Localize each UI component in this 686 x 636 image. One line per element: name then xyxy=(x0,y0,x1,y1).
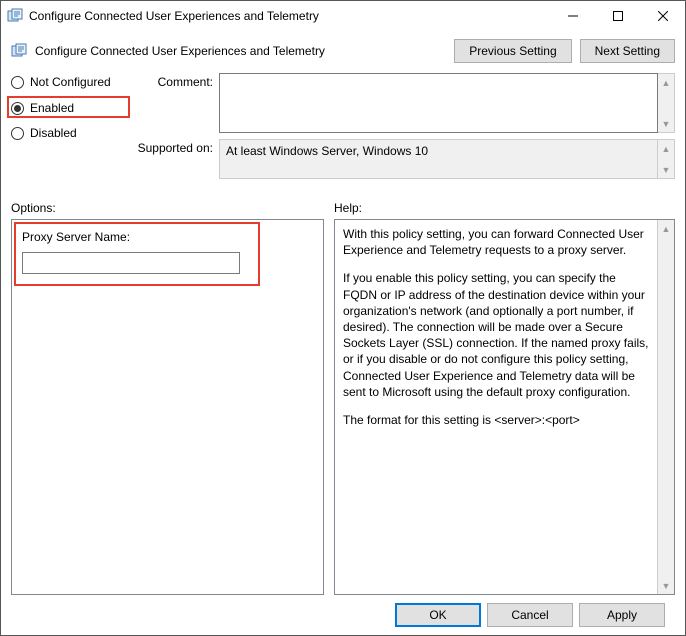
scrollbar[interactable]: ▲ ▼ xyxy=(657,220,674,594)
help-paragraph: The format for this setting is <server>:… xyxy=(343,412,649,428)
radio-icon xyxy=(11,127,24,140)
help-text: With this policy setting, you can forwar… xyxy=(335,220,657,594)
policy-icon xyxy=(11,43,27,59)
help-label: Help: xyxy=(334,201,362,215)
help-paragraph: If you enable this policy setting, you c… xyxy=(343,270,649,400)
previous-setting-button[interactable]: Previous Setting xyxy=(454,39,571,63)
radio-not-configured[interactable]: Not Configured xyxy=(11,75,126,89)
titlebar: Configure Connected User Experiences and… xyxy=(1,1,685,31)
close-button[interactable] xyxy=(640,1,685,31)
scroll-up-icon[interactable]: ▲ xyxy=(658,220,674,237)
supported-on-label: Supported on: xyxy=(136,139,219,179)
scroll-down-icon[interactable]: ▼ xyxy=(658,161,674,178)
window-controls xyxy=(550,1,685,31)
header-row: Configure Connected User Experiences and… xyxy=(11,39,675,63)
footer: OK Cancel Apply xyxy=(11,595,675,635)
scroll-down-icon[interactable]: ▼ xyxy=(658,577,674,594)
comment-input[interactable] xyxy=(219,73,658,133)
apply-button[interactable]: Apply xyxy=(579,603,665,627)
next-setting-button[interactable]: Next Setting xyxy=(580,39,675,63)
options-pane: Proxy Server Name: xyxy=(11,219,324,595)
radio-label: Not Configured xyxy=(30,75,111,89)
ok-button[interactable]: OK xyxy=(395,603,481,627)
radio-icon-selected xyxy=(11,102,24,115)
scroll-down-icon[interactable]: ▼ xyxy=(658,115,674,132)
minimize-button[interactable] xyxy=(550,1,595,31)
policy-icon xyxy=(7,8,23,24)
radio-label: Disabled xyxy=(30,126,77,140)
scroll-up-icon[interactable]: ▲ xyxy=(658,140,674,157)
cancel-button[interactable]: Cancel xyxy=(487,603,573,627)
radio-label: Enabled xyxy=(30,101,74,115)
proxy-server-label: Proxy Server Name: xyxy=(22,230,252,244)
scroll-up-icon[interactable]: ▲ xyxy=(658,74,674,91)
supported-on-value: At least Windows Server, Windows 10 xyxy=(219,139,658,179)
proxy-server-input[interactable] xyxy=(22,252,240,274)
scrollbar[interactable]: ▲ ▼ xyxy=(658,73,675,133)
radio-icon xyxy=(11,76,24,89)
help-pane: With this policy setting, you can forwar… xyxy=(334,219,675,595)
maximize-button[interactable] xyxy=(595,1,640,31)
help-paragraph: With this policy setting, you can forwar… xyxy=(343,226,649,258)
options-label: Options: xyxy=(11,201,334,215)
scrollbar[interactable]: ▲ ▼ xyxy=(658,139,675,179)
window-title: Configure Connected User Experiences and… xyxy=(29,9,550,23)
radio-disabled[interactable]: Disabled xyxy=(11,126,126,140)
comment-label: Comment: xyxy=(136,73,219,133)
page-title: Configure Connected User Experiences and… xyxy=(35,44,454,58)
radio-enabled[interactable]: Enabled xyxy=(11,101,126,115)
